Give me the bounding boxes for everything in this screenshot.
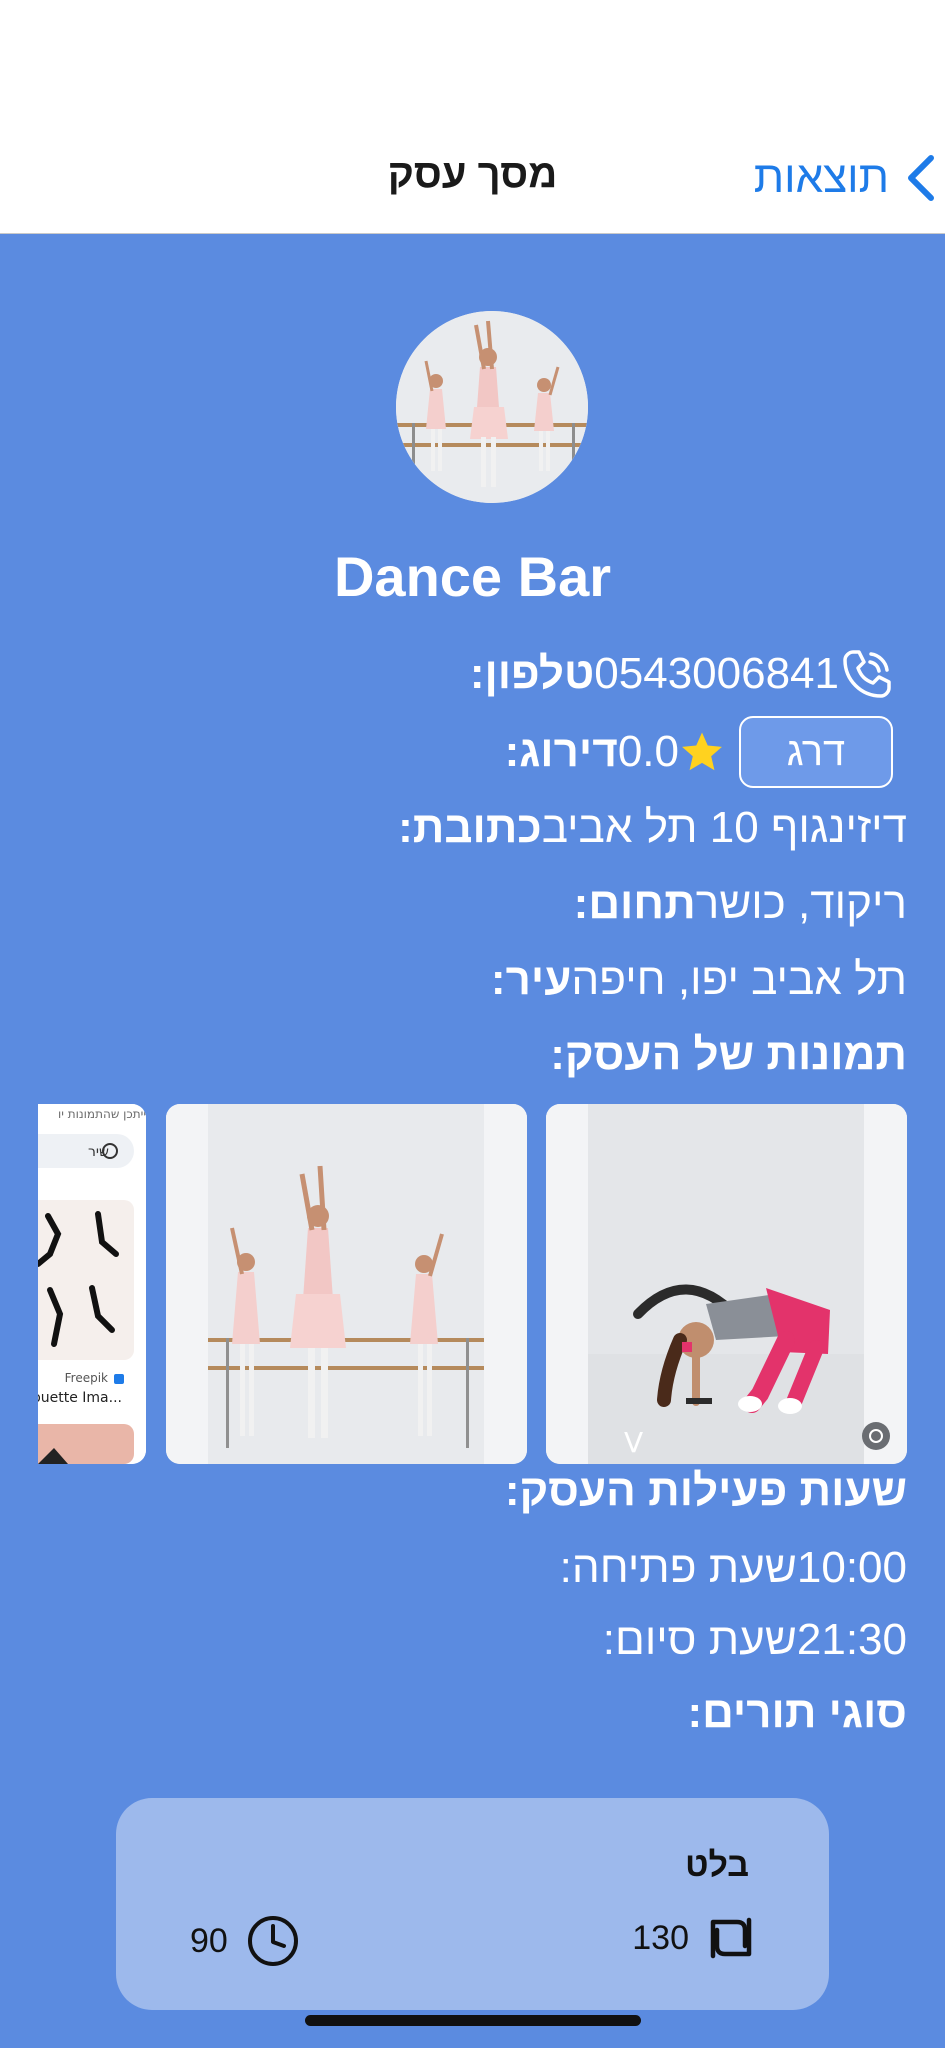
rate-button[interactable]: דרג (739, 716, 893, 788)
gallery-photo[interactable]: ייתכן שהתמונות יו שיר Freepik ilhouette … (38, 1104, 146, 1464)
service-price: 130 (632, 1914, 755, 1962)
close-time-label: שעת סיום: (602, 1615, 797, 1664)
home-indicator[interactable] (305, 2015, 641, 2026)
open-time-label: שעת פתיחה: (559, 1543, 797, 1592)
clock-icon (247, 1916, 298, 1966)
field-label: תחום: (573, 879, 696, 928)
gallery-title: תמונות של העסק: (550, 1030, 907, 1079)
phone-row: טלפון: 0543006841 (450, 644, 907, 704)
address-label: כתובת: (398, 803, 542, 852)
phone-call-icon[interactable] (839, 646, 895, 702)
services-title: סוגי תורים: (687, 1688, 907, 1737)
thumb-source: Freepik (65, 1371, 108, 1385)
close-time-row: שעת סיום: 21:30 (581, 1610, 907, 1670)
business-avatar (396, 311, 588, 503)
business-name: Dance Bar (333, 545, 612, 608)
navigation-bar: מסך עסק תוצאות (0, 0, 945, 234)
address-row: כתובת: דיזינגוף 10 תל אביב (354, 798, 907, 858)
city-value: תל אביב יפו, חיפה (571, 955, 907, 1004)
back-button[interactable]: תוצאות (754, 148, 937, 208)
gallery-photo[interactable] (166, 1104, 527, 1464)
thumb-caption-top: ייתכן שהתמונות יו (58, 1107, 146, 1121)
close-time-value: 21:30 (796, 1615, 907, 1664)
star-icon (682, 732, 722, 771)
chevron-left-icon (908, 155, 934, 201)
phone-value[interactable]: 0543006841 (594, 649, 839, 699)
service-name: בלט (685, 1846, 749, 1884)
photo-gallery[interactable]: V ייתכן שהתמונות יו שיר Freepik uette Im… (38, 1104, 907, 1466)
open-time-row: שעת פתיחה: 10:00 (538, 1538, 907, 1598)
rating-row: דירוג: 0.0 דרג (485, 716, 907, 788)
open-time-value: 10:00 (796, 1543, 907, 1592)
thumb-caption: ilhouette Ima... (38, 1390, 122, 1406)
rating-label: דירוג: (504, 727, 618, 776)
city-row: עיר: תל אביב יפו, חיפה (471, 950, 907, 1010)
service-card[interactable]: בלט 130 90 (116, 1798, 829, 2010)
gallery-photo[interactable]: V (546, 1104, 907, 1464)
service-price-value: 130 (632, 1918, 689, 1957)
back-button-label: תוצאות (753, 153, 889, 202)
svg-text:V: V (624, 1426, 643, 1459)
city-label: עיר: (490, 955, 572, 1004)
rating-value: 0.0 (617, 727, 679, 776)
field-value: ריקוד, כושר (695, 879, 907, 928)
address-value: דיזינגוף 10 תל אביב (541, 803, 907, 852)
field-row: תחום: ריקוד, כושר (554, 874, 907, 934)
hours-title: שעות פעילות העסק: (504, 1466, 907, 1515)
service-duration: 90 (190, 1914, 300, 1968)
shekel-icon (710, 1917, 752, 1959)
service-duration-value: 90 (190, 1921, 228, 1960)
phone-label: טלפון: (469, 649, 595, 698)
